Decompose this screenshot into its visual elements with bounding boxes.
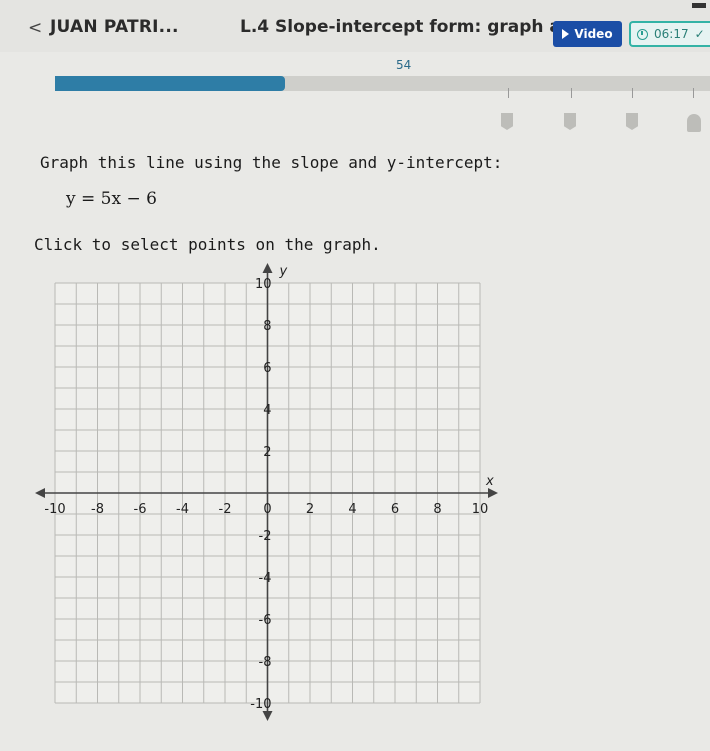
progress-fill: [55, 76, 285, 91]
timer[interactable]: 06:17 ✓: [629, 21, 710, 47]
medal-icon: [626, 113, 638, 130]
progress-tick: [693, 88, 694, 98]
y-tick-label: 4: [263, 403, 271, 418]
progress-tick: [508, 88, 509, 98]
back-chevron-icon[interactable]: <: [28, 18, 42, 38]
x-tick-label: -10: [44, 502, 65, 517]
progress-score: 54: [396, 58, 412, 72]
y-tick-label: 8: [263, 319, 271, 334]
x-tick-label: 8: [433, 502, 441, 517]
question-prompt: Graph this line using the slope and y-in…: [40, 153, 503, 172]
x-tick-label: -8: [91, 502, 104, 517]
x-axis-arrow-right: [488, 488, 498, 498]
x-tick-label: 6: [391, 502, 399, 517]
y-tick-label: -6: [259, 613, 272, 628]
skill-title: L.4 Slope-intercept form: graph an...: [240, 17, 593, 37]
progress-bar: [55, 76, 710, 91]
x-tick-label: -2: [219, 502, 232, 517]
student-name[interactable]: JUAN PATRI...: [50, 17, 179, 37]
x-tick-label: -6: [134, 502, 147, 517]
y-tick-label: 6: [263, 361, 271, 376]
battery-icon: [692, 3, 706, 8]
play-icon: [562, 29, 570, 39]
timer-value: 06:17: [654, 27, 689, 41]
y-tick-label: -2: [259, 529, 272, 544]
video-button-label: Video: [574, 27, 613, 41]
top-bar: < JUAN PATRI... L.4 Slope-intercept form…: [0, 0, 710, 52]
timer-toggle-icon[interactable]: ✓: [695, 27, 705, 41]
y-axis-arrow-down: [262, 711, 273, 721]
x-tick-label: 10: [472, 502, 489, 517]
question-equation: y = 5x − 6: [66, 189, 157, 209]
progress-tick: [632, 88, 633, 98]
y-axis-label: y: [279, 264, 288, 279]
x-tick-label: 4: [348, 502, 356, 517]
x-tick-label: -4: [176, 502, 189, 517]
y-tick-label: 10: [255, 277, 272, 292]
x-axis-arrow-left: [35, 488, 45, 498]
x-axis-label: x: [485, 474, 494, 489]
trophy-icon: [687, 114, 701, 132]
y-tick-label: 2: [263, 445, 271, 460]
y-tick-label: -10: [250, 697, 271, 712]
y-tick-label: -4: [259, 571, 272, 586]
medal-icon: [564, 113, 576, 130]
video-button[interactable]: Video: [553, 21, 622, 47]
y-axis-arrow-up: [262, 263, 273, 273]
x-tick-label: 0: [263, 502, 271, 517]
coordinate-graph[interactable]: -10 -8 -6 -4 -2 0 2 4 6 8 10 10 8 6 4 2 -2 -4 -6 -8 -10 x y: [0, 255, 520, 725]
progress-tick: [571, 88, 572, 98]
clock-icon: [637, 28, 648, 40]
x-tick-label: 2: [306, 502, 314, 517]
question-instruction: Click to select points on the graph.: [34, 235, 381, 254]
y-tick-label: -8: [259, 655, 272, 670]
medal-icon: [501, 113, 513, 130]
